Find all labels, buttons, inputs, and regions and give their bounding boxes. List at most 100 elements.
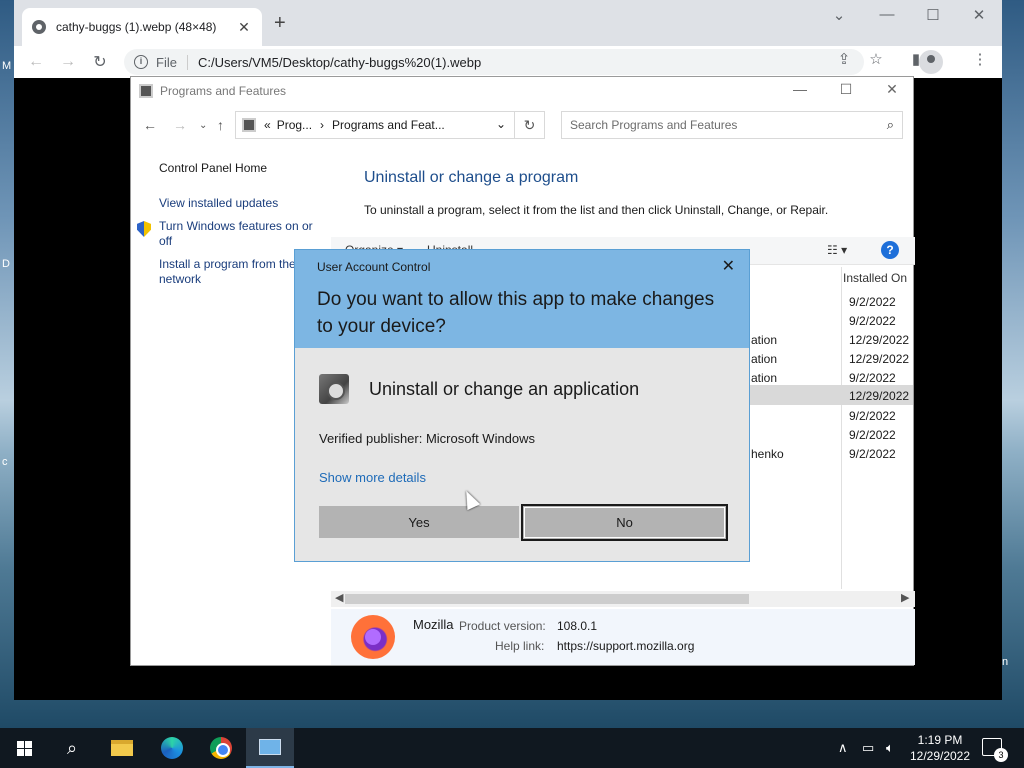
desktop-icon-label: M: [2, 60, 12, 72]
uac-app-name: Uninstall or change an application: [369, 378, 640, 399]
minimize-button[interactable]: —: [785, 81, 815, 97]
reload-icon[interactable]: ↻: [84, 52, 116, 72]
view-updates-link[interactable]: View installed updates: [159, 196, 319, 211]
close-button[interactable]: ✕: [877, 81, 907, 98]
product-version-label: Product version:: [459, 619, 546, 633]
details-pane: Mozilla Product version: 108.0.1 Help li…: [331, 609, 915, 665]
column-divider: [841, 267, 842, 589]
recent-locations-icon[interactable]: ⌄: [199, 120, 207, 131]
yes-button[interactable]: Yes: [319, 506, 519, 538]
address-row: ← → ⌄ ↑ « Prog... › Programs and Feat...…: [131, 109, 915, 141]
chevron-down-icon[interactable]: ⌄: [496, 117, 506, 131]
menu-kebab-icon[interactable]: ⋮: [966, 50, 994, 68]
volume-icon[interactable]: 🔈︎: [886, 728, 894, 768]
horizontal-scrollbar[interactable]: ◀ ▶: [331, 591, 915, 607]
help-link-value[interactable]: https://support.mozilla.org: [557, 639, 694, 653]
program-name[interactable]: ation: [751, 371, 777, 385]
up-icon[interactable]: ↑: [217, 117, 224, 133]
breadcrumb[interactable]: « Prog... › Programs and Feat... ⌄: [235, 111, 515, 139]
show-hidden-icons[interactable]: ∧: [838, 728, 848, 768]
search-button[interactable]: ⌕: [48, 728, 96, 768]
program-name[interactable]: henko: [751, 447, 784, 461]
minimize-button[interactable]: —: [872, 6, 902, 23]
info-icon[interactable]: i: [134, 55, 148, 69]
desktop-icon-label: n: [1002, 656, 1009, 668]
profile-avatar[interactable]: [919, 50, 943, 74]
refresh-icon[interactable]: ↻: [515, 111, 545, 139]
uac-header-label: User Account Control: [317, 260, 431, 274]
chrome-icon: [210, 737, 232, 759]
control-panel-button[interactable]: [246, 728, 294, 768]
globe-icon: [32, 20, 46, 34]
bookmark-star-icon[interactable]: ☆: [862, 50, 890, 68]
maximize-button[interactable]: ☐: [831, 81, 861, 98]
search-icon: ⌕: [66, 737, 78, 758]
edge-button[interactable]: [148, 728, 196, 768]
page-description: To uninstall a program, select it from t…: [364, 203, 829, 217]
show-more-details-link[interactable]: Show more details: [319, 470, 426, 485]
back-icon[interactable]: ←: [20, 53, 52, 71]
share-icon[interactable]: ⇪: [830, 50, 858, 68]
install-date: 9/2/2022: [849, 447, 896, 461]
uac-header: User Account Control ✕ Do you want to al…: [295, 250, 749, 348]
programs-icon: [319, 374, 349, 404]
control-panel-icon: [139, 84, 153, 98]
install-date: 9/2/2022: [849, 295, 896, 309]
search-icon[interactable]: ⌕: [887, 117, 894, 133]
tab-search-icon[interactable]: ⌄: [824, 6, 854, 24]
help-link-label: Help link:: [495, 639, 545, 653]
breadcrumb-item[interactable]: Prog...: [277, 118, 312, 132]
search-placeholder: Search Programs and Features: [570, 118, 738, 132]
taskbar: ⌕ ∧ ▭ 🔈︎ 1:19 PM 12/29/2022 3: [0, 728, 1024, 768]
close-button[interactable]: ✕: [964, 6, 994, 24]
breadcrumb-separator: ›: [320, 118, 325, 132]
breadcrumb-prefix: «: [264, 118, 271, 132]
window-title: Programs and Features: [160, 84, 287, 98]
url-text: C:/Users/VM5/Desktop/cathy-buggs%20(1).w…: [197, 54, 482, 70]
uac-app-row: Uninstall or change an application: [319, 374, 639, 404]
windows-features-link[interactable]: Turn Windows features on or off: [159, 219, 319, 249]
control-panel-icon: [259, 739, 281, 755]
breadcrumb-item[interactable]: Programs and Feat...: [332, 118, 445, 132]
firefox-icon: [351, 615, 395, 659]
clock-time: 1:19 PM: [917, 733, 963, 747]
install-date: 12/29/2022: [849, 389, 910, 403]
maximize-button[interactable]: ☐: [918, 6, 948, 24]
program-name[interactable]: ation: [751, 352, 777, 366]
install-date: 9/2/2022: [849, 428, 896, 442]
column-header-installed-on[interactable]: Installed On: [843, 271, 907, 285]
no-button[interactable]: No: [521, 504, 728, 541]
uac-publisher: Verified publisher: Microsoft Windows: [319, 431, 536, 446]
program-name[interactable]: ation: [751, 333, 777, 347]
install-date: 12/29/2022: [849, 333, 910, 347]
uac-dialog: User Account Control ✕ Do you want to al…: [294, 249, 750, 562]
view-options-icon[interactable]: ☷ ▾: [827, 243, 847, 257]
network-icon[interactable]: ▭: [862, 728, 874, 768]
forward-icon[interactable]: →: [52, 53, 84, 71]
edge-icon: [161, 737, 183, 759]
close-icon[interactable]: ✕: [722, 256, 735, 276]
back-icon[interactable]: ←: [143, 117, 157, 133]
scroll-left-icon[interactable]: ◀: [335, 591, 343, 604]
address-bar[interactable]: i File C:/Users/VM5/Desktop/cathy-buggs%…: [124, 49, 864, 75]
tab-title: cathy-buggs (1).webp (48×48): [56, 20, 217, 34]
help-icon[interactable]: ?: [881, 241, 899, 259]
install-date: 9/2/2022: [849, 409, 896, 423]
tab-bar: cathy-buggs (1).webp (48×48) ✕ + ⌄ — ☐ ✕: [14, 0, 1002, 46]
scrollbar-thumb[interactable]: [345, 594, 749, 604]
browser-tab[interactable]: cathy-buggs (1).webp (48×48) ✕: [22, 8, 262, 46]
tab-close-icon[interactable]: ✕: [236, 19, 252, 36]
chrome-button[interactable]: [197, 728, 245, 768]
control-panel-home-link[interactable]: Control Panel Home: [159, 161, 319, 176]
windows-logo-icon: [16, 740, 32, 756]
file-explorer-button[interactable]: [98, 728, 146, 768]
start-button[interactable]: [0, 728, 48, 768]
notification-count: 3: [994, 748, 1008, 762]
scroll-right-icon[interactable]: ▶: [901, 591, 909, 604]
new-tab-button[interactable]: +: [274, 12, 286, 35]
page-title: Uninstall or change a program: [364, 169, 579, 186]
search-input[interactable]: Search Programs and Features ⌕: [561, 111, 903, 139]
clock[interactable]: 1:19 PM 12/29/2022: [900, 732, 980, 764]
uac-shield-icon: [137, 221, 151, 237]
forward-icon[interactable]: →: [173, 117, 187, 133]
